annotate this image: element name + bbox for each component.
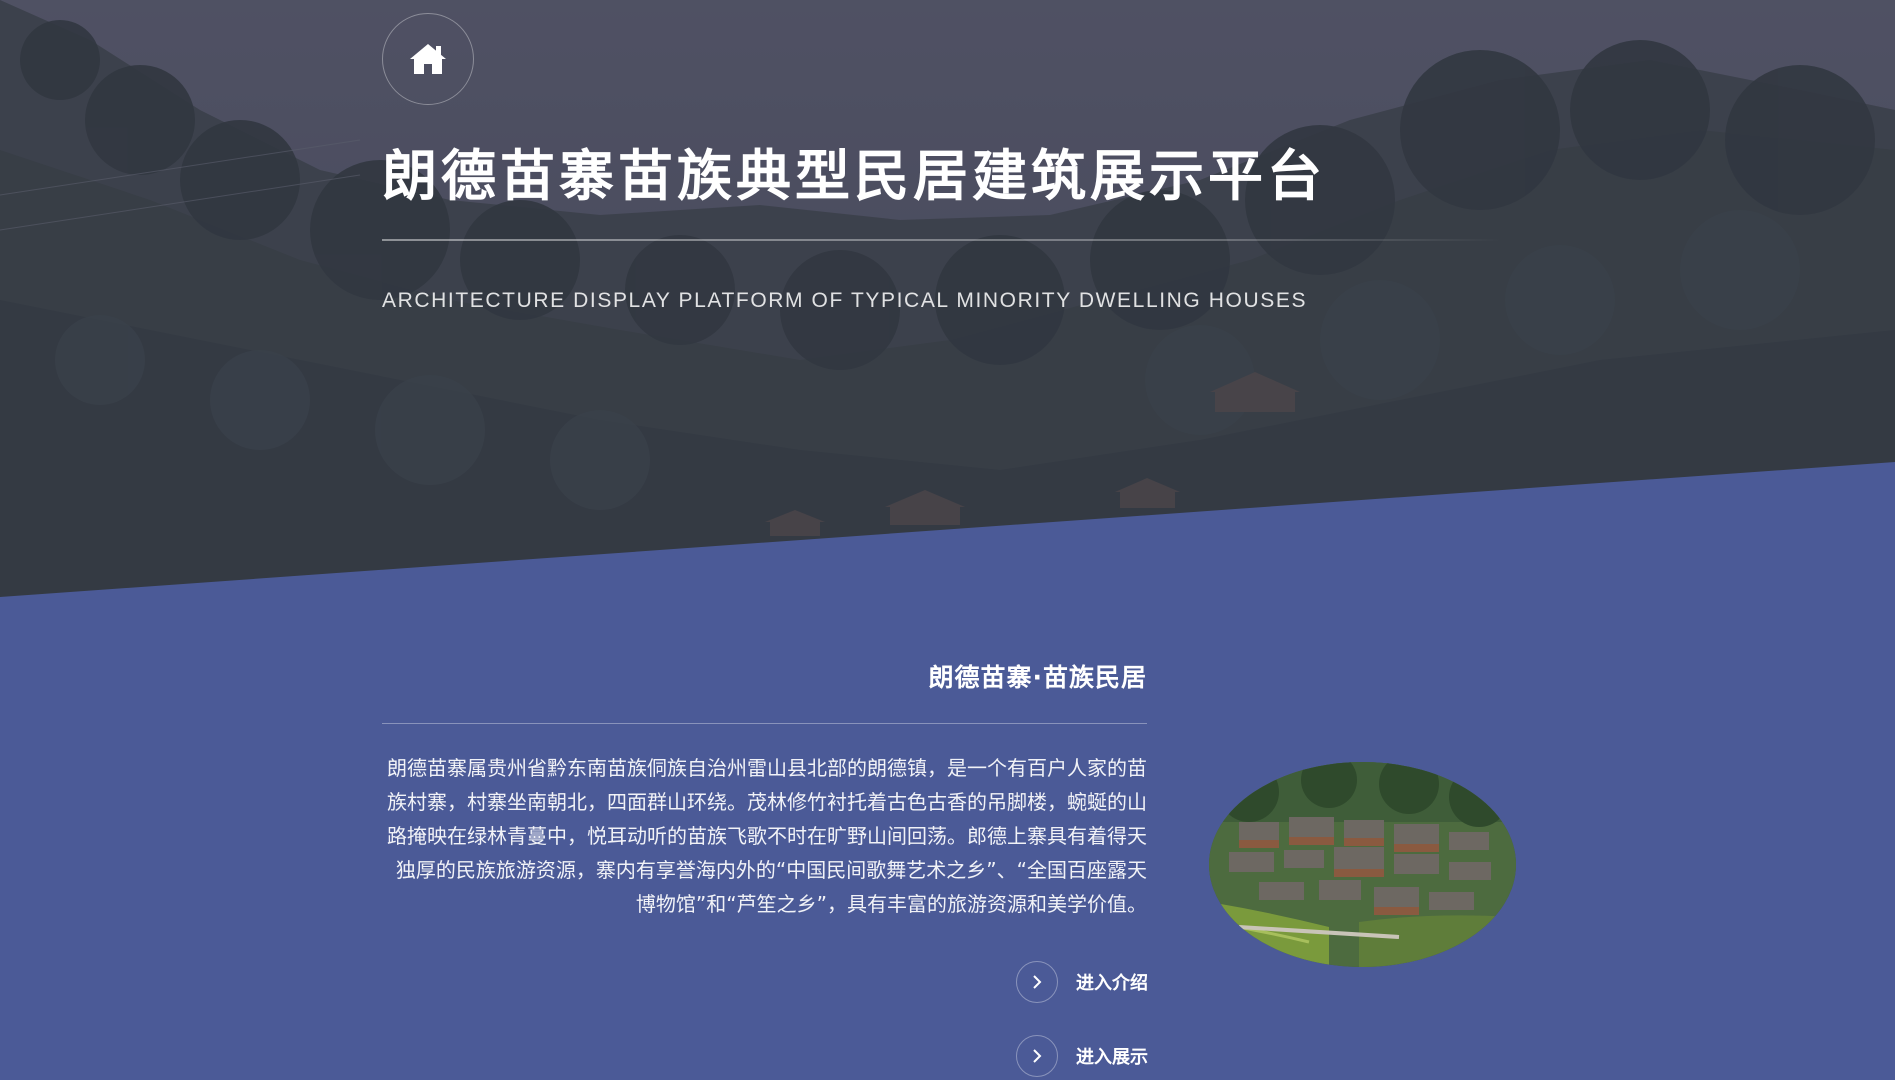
- page-subtitle: ARCHITECTURE DISPLAY PLATFORM OF TYPICAL…: [382, 289, 1308, 312]
- link-circle: [1016, 961, 1058, 1003]
- section-description: 朗德苗寨属贵州省黔东南苗族侗族自治州雷山县北部的朗德镇，是一个有百户人家的苗族村…: [387, 756, 1147, 916]
- home-button[interactable]: [382, 13, 474, 105]
- page-title: 朗德苗寨苗族典型民居建筑展示平台: [382, 144, 1327, 208]
- title-divider: [382, 239, 1502, 241]
- enter-display-link[interactable]: 进入展示: [1016, 1034, 1148, 1078]
- link-circle: [1016, 1035, 1058, 1077]
- village-aerial-image: [1209, 762, 1516, 967]
- chevron-right-icon: [1033, 1049, 1042, 1063]
- enter-display-label: 进入展示: [1076, 1047, 1148, 1068]
- village-photo: [1209, 762, 1516, 967]
- chevron-right-icon: [1033, 975, 1042, 989]
- enter-intro-label: 进入介绍: [1076, 973, 1148, 994]
- page: 朗德苗寨苗族典型民居建筑展示平台 ARCHITECTURE DISPLAY PL…: [0, 0, 1895, 1080]
- section-title: 朗德苗寨·苗族民居: [928, 663, 1147, 692]
- section-divider: [382, 723, 1147, 724]
- enter-intro-link[interactable]: 进入介绍: [1016, 960, 1148, 1004]
- home-icon: [410, 44, 446, 74]
